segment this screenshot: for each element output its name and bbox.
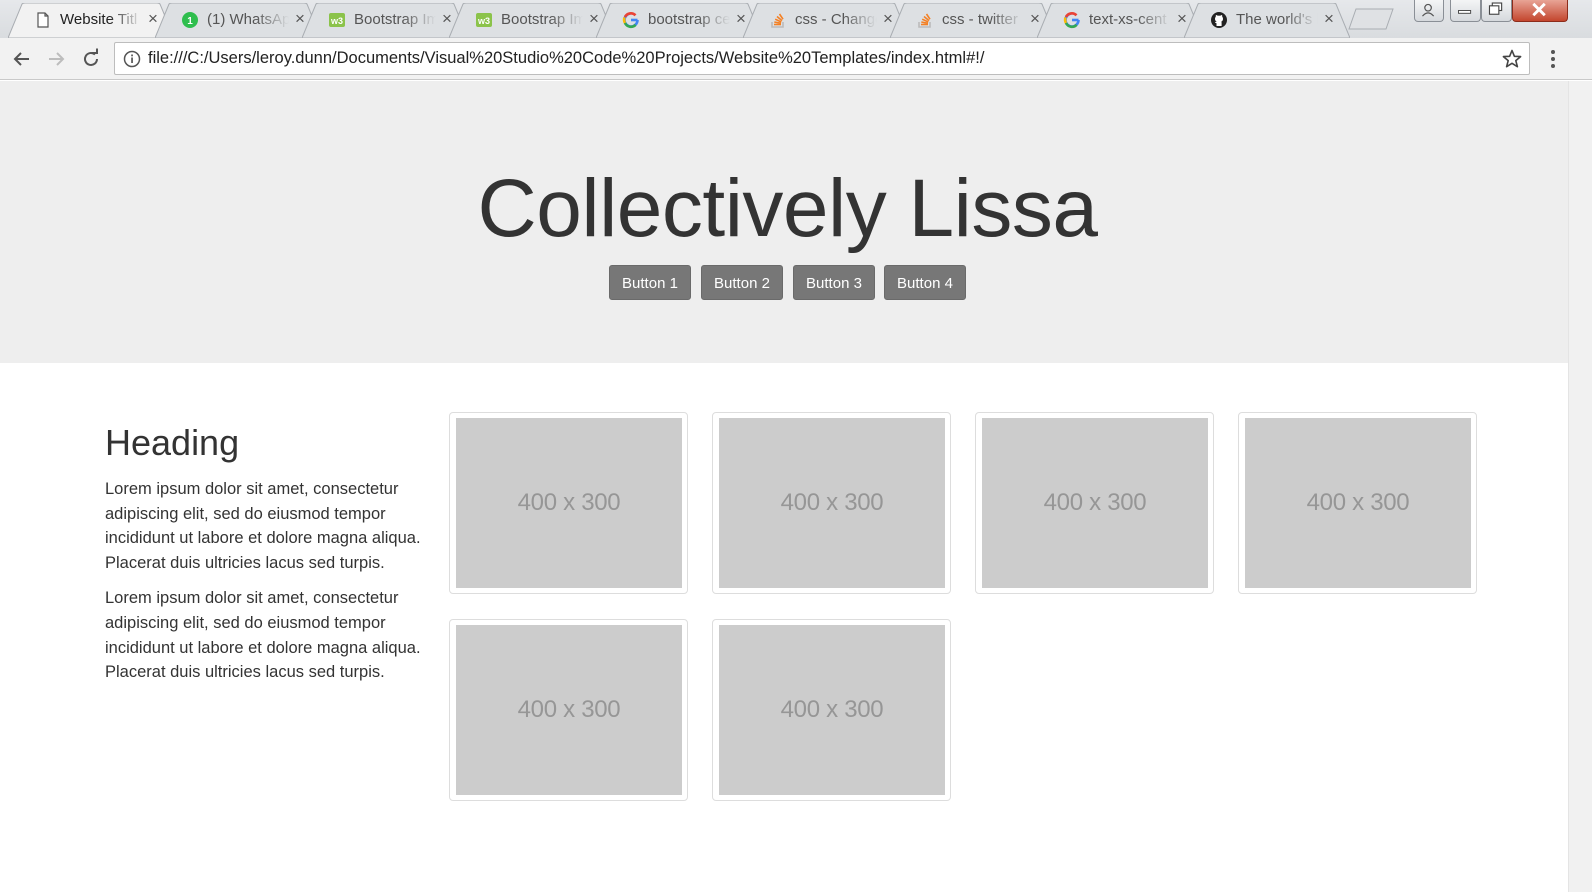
placeholder-label: 400 x 300 [780, 696, 884, 723]
forward-button[interactable] [44, 47, 68, 71]
tab-css-change[interactable]: css - Change × [743, 3, 909, 38]
image-placeholder: 400 x 300 [719, 625, 945, 795]
tab-bootstrap-images-2[interactable]: w3 Bootstrap Ima × [449, 3, 615, 38]
google-icon [1063, 12, 1080, 29]
tab-title: Bootstrap Ima [354, 11, 436, 28]
image-thumbnail-5[interactable]: 400 x 300 [449, 619, 688, 801]
whatsapp-icon: 1 [182, 12, 198, 28]
tab-title: Website Titl [60, 11, 138, 28]
image-placeholder: 400 x 300 [1245, 418, 1471, 588]
button-3[interactable]: Button 3 [793, 265, 875, 300]
stackoverflow-icon [771, 13, 784, 28]
tab-google-bootstrap[interactable]: bootstrap ce × [596, 3, 762, 38]
button-4[interactable]: Button 4 [884, 265, 966, 300]
tab-whatsapp[interactable]: 1 (1) WhatsApp × [155, 3, 321, 38]
tab-title: bootstrap ce [648, 11, 730, 28]
paragraph-2: Lorem ipsum dolor sit amet, consectetur … [105, 589, 421, 682]
minimize-icon [1458, 10, 1472, 14]
image-placeholder: 400 x 300 [456, 625, 682, 795]
page-content: Collectively Lissa Button 1 Button 2 But… [0, 81, 1568, 892]
placeholder-label: 400 x 300 [1306, 489, 1410, 516]
minimize-button[interactable] [1450, 0, 1481, 22]
back-button[interactable] [10, 47, 34, 71]
bookmark-star-icon[interactable] [1501, 48, 1523, 70]
close-window-icon [1532, 2, 1546, 17]
github-icon [1211, 12, 1227, 28]
jumbotron: Collectively Lissa Button 1 Button 2 But… [0, 81, 1568, 363]
section-heading: Heading [105, 422, 240, 463]
tab-title: css - twitter [942, 11, 1018, 28]
button-1[interactable]: Button 1 [609, 265, 691, 300]
browser-toolbar: file:///C:/Users/leroy.dunn/Documents/Vi… [0, 38, 1592, 80]
image-placeholder: 400 x 300 [982, 418, 1208, 588]
tab-title: (1) WhatsApp [207, 11, 289, 28]
address-bar[interactable]: file:///C:/Users/leroy.dunn/Documents/Vi… [114, 42, 1530, 75]
profile-button[interactable] [1414, 0, 1444, 22]
tab-strip: Website Titl × 1 (1) WhatsApp × w3 Boots… [0, 0, 1592, 38]
svg-text:w3: w3 [330, 16, 343, 26]
tab-bootstrap-images-1[interactable]: w3 Bootstrap Ima × [302, 3, 468, 38]
page-title: Collectively Lissa [477, 163, 1098, 254]
user-icon [1422, 3, 1435, 17]
url-text[interactable]: file:///C:/Users/leroy.dunn/Documents/Vi… [148, 43, 984, 74]
vertical-scrollbar[interactable] [1568, 81, 1592, 892]
stackoverflow-icon [918, 13, 931, 28]
image-placeholder: 400 x 300 [456, 418, 682, 588]
info-icon[interactable] [123, 50, 141, 68]
restore-icon [1488, 2, 1503, 15]
w3schools-icon: w3 [476, 13, 492, 27]
svg-text:w3: w3 [477, 16, 490, 26]
tab-title: text-xs-cent [1089, 11, 1167, 28]
tab-title: The world's l [1236, 11, 1318, 28]
sidebar-text: Heading Lorem ipsum dolor sit amet, cons… [105, 421, 425, 696]
image-thumbnail-1[interactable]: 400 x 300 [449, 412, 688, 594]
close-icon[interactable]: × [1320, 10, 1338, 28]
reload-button[interactable] [79, 47, 103, 71]
placeholder-label: 400 x 300 [780, 489, 884, 516]
placeholder-label: 400 x 300 [1043, 489, 1147, 516]
tab-title: css - Change [795, 11, 877, 28]
svg-text:1: 1 [187, 16, 193, 27]
restore-button[interactable] [1481, 0, 1512, 22]
window-close-button[interactable] [1512, 0, 1568, 22]
w3schools-icon: w3 [329, 13, 345, 27]
image-thumbnail-4[interactable]: 400 x 300 [1238, 412, 1477, 594]
tab-website-title[interactable]: Website Titl × [8, 3, 174, 38]
placeholder-label: 400 x 300 [517, 489, 621, 516]
menu-icon[interactable] [1545, 46, 1561, 72]
tab-text-xs-center[interactable]: text-xs-cent × [1037, 3, 1203, 38]
button-2[interactable]: Button 2 [701, 265, 783, 300]
tab-title: Bootstrap Ima [501, 11, 583, 28]
new-tab-button[interactable] [1348, 8, 1394, 30]
image-thumbnail-6[interactable]: 400 x 300 [712, 619, 951, 801]
image-thumbnail-2[interactable]: 400 x 300 [712, 412, 951, 594]
image-placeholder: 400 x 300 [719, 418, 945, 588]
tab-css-twitter[interactable]: css - twitter × [890, 3, 1056, 38]
placeholder-label: 400 x 300 [517, 696, 621, 723]
tab-github[interactable]: The world's l × [1184, 3, 1350, 38]
page-icon [37, 12, 49, 28]
image-thumbnail-3[interactable]: 400 x 300 [975, 412, 1214, 594]
paragraph-1: Lorem ipsum dolor sit amet, consectetur … [105, 480, 421, 572]
google-icon [622, 12, 639, 29]
